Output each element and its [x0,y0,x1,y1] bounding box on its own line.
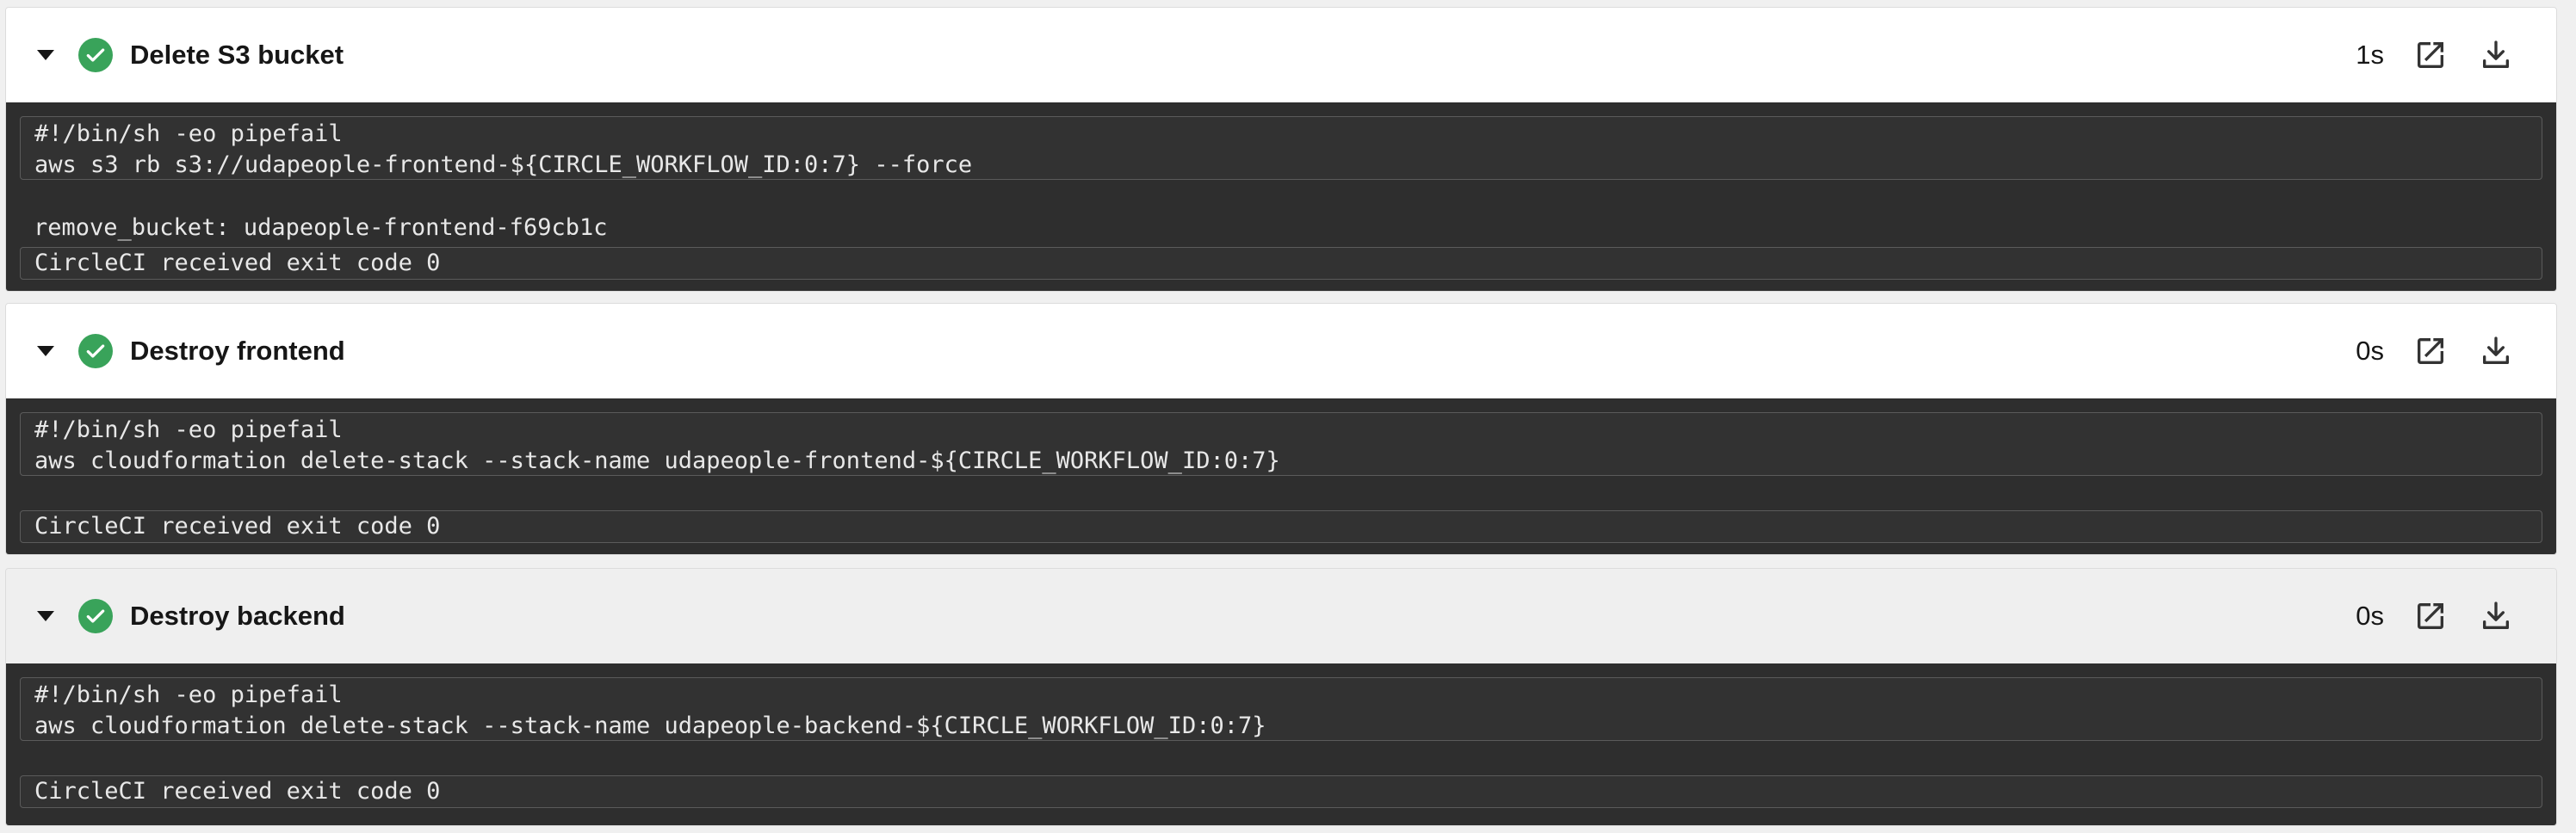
check-circle-icon [78,38,113,72]
chevron-down-icon[interactable] [37,611,54,621]
open-in-new-icon[interactable] [2410,595,2451,637]
step-title: Destroy frontend [130,336,345,366]
command-line: #!/bin/sh -eo pipefail [34,682,343,708]
command-line: #!/bin/sh -eo pipefail [34,416,343,443]
open-in-new-icon[interactable] [2410,34,2451,76]
exit-message: CircleCI received exit code 0 [34,778,441,805]
step-destroy-backend: Destroy backend 0s #!/bin/sh -eo pipefai… [5,568,2557,826]
chevron-down-icon[interactable] [37,50,54,60]
step-header[interactable]: Destroy backend 0s [6,569,2556,663]
step-header[interactable]: Destroy frontend 0s [6,304,2556,398]
step-title: Destroy backend [130,601,345,631]
command-line: aws s3 rb s3://udapeople-frontend-${CIRC… [34,151,973,178]
exit-code-block: CircleCI received exit code 0 [20,775,2542,808]
open-in-new-icon[interactable] [2410,330,2451,372]
exit-code-block: CircleCI received exit code 0 [20,510,2542,543]
exit-message: CircleCI received exit code 0 [34,250,441,276]
step-delete-s3-bucket: Delete S3 bucket 1s #!/bin/sh -eo pipefa… [5,7,2557,292]
check-circle-icon [78,599,113,633]
download-icon[interactable] [2475,330,2517,372]
step-output: #!/bin/sh -eo pipefail aws cloudformatio… [6,398,2556,554]
step-output: #!/bin/sh -eo pipefail aws cloudformatio… [6,663,2556,825]
command-line: aws cloudformation delete-stack --stack-… [34,713,1266,739]
command-line: #!/bin/sh -eo pipefail [34,120,343,147]
command-line: aws cloudformation delete-stack --stack-… [34,447,1280,474]
step-destroy-frontend: Destroy frontend 0s #!/bin/sh -eo pipefa… [5,303,2557,555]
step-duration: 1s [2356,40,2384,70]
step-output: #!/bin/sh -eo pipefail aws s3 rb s3://ud… [6,102,2556,291]
step-duration: 0s [2356,601,2384,631]
check-circle-icon [78,334,113,368]
output-line: remove_bucket: udapeople-frontend-f69cb1… [34,214,608,241]
exit-message: CircleCI received exit code 0 [34,513,441,540]
command-block: #!/bin/sh -eo pipefail aws cloudformatio… [20,412,2542,476]
step-duration: 0s [2356,336,2384,366]
step-title: Delete S3 bucket [130,40,344,70]
step-header[interactable]: Delete S3 bucket 1s [6,8,2556,102]
download-icon[interactable] [2475,595,2517,637]
chevron-down-icon[interactable] [37,346,54,356]
command-block: #!/bin/sh -eo pipefail aws cloudformatio… [20,677,2542,741]
command-block: #!/bin/sh -eo pipefail aws s3 rb s3://ud… [20,116,2542,180]
exit-code-block: CircleCI received exit code 0 [20,247,2542,280]
download-icon[interactable] [2475,34,2517,76]
